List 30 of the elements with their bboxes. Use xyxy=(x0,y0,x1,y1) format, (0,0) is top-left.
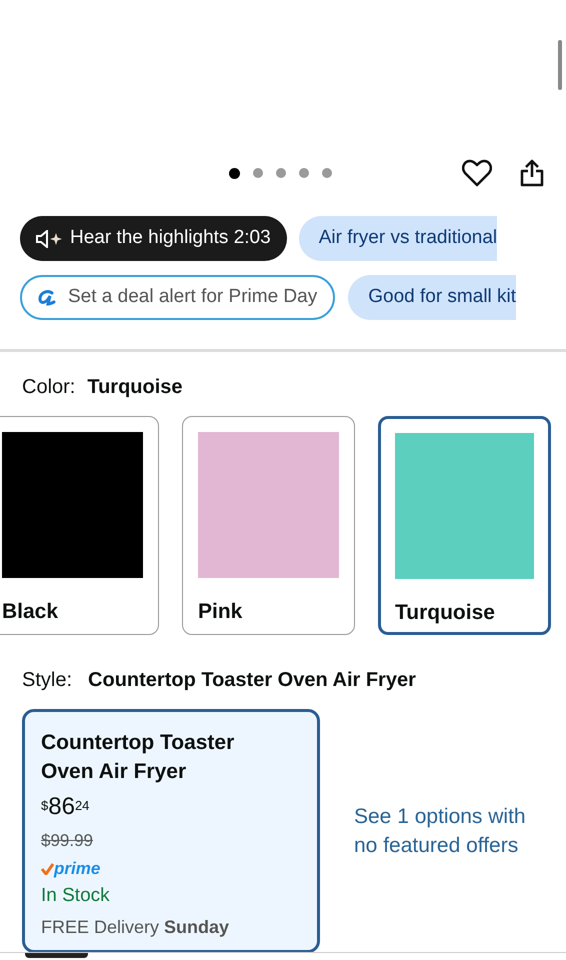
see-options-link[interactable]: See 1 options with no featured offers xyxy=(354,802,526,860)
list-price: $99.99 xyxy=(41,830,93,852)
speaker-sparkle-icon xyxy=(36,230,62,248)
scroll-bar xyxy=(558,40,562,90)
hear-highlights-button[interactable]: Hear the highlights 2:03 xyxy=(20,216,287,261)
style-label: Style: xyxy=(22,668,72,693)
check-icon xyxy=(41,862,54,874)
color-option[interactable]: Black xyxy=(0,416,159,635)
style-value: Countertop Toaster Oven Air Fryer xyxy=(88,668,416,693)
heart-icon[interactable] xyxy=(462,159,492,187)
color-name: Black xyxy=(2,599,58,625)
swoosh-icon xyxy=(38,290,56,306)
topic-chip[interactable]: Good for small kit xyxy=(348,275,516,320)
prime-logo: prime xyxy=(54,860,100,878)
price-whole: 86 xyxy=(48,794,75,820)
bottom-tab-edge xyxy=(25,953,88,958)
delivery-info: FREE Delivery Sunday xyxy=(41,916,230,939)
topic-chip[interactable]: Air fryer vs traditional xyxy=(298,216,498,261)
share-icon[interactable] xyxy=(520,159,544,187)
price-fraction: 24 xyxy=(74,797,90,815)
stock-status: In Stock xyxy=(41,884,111,908)
color-value: Turquoise xyxy=(87,375,183,400)
color-option[interactable]: Pink xyxy=(182,416,355,635)
color-option[interactable]: Turquoise xyxy=(378,416,551,635)
deal-alert-button[interactable]: Set a deal alert for Prime Day xyxy=(20,275,336,320)
color-name: Pink xyxy=(198,599,242,625)
color-label: Color: xyxy=(22,375,76,400)
option-title: Countertop Toaster Oven Air Fryer xyxy=(41,730,236,785)
price-currency: $ xyxy=(41,797,48,815)
color-name: Turquoise xyxy=(395,600,495,626)
